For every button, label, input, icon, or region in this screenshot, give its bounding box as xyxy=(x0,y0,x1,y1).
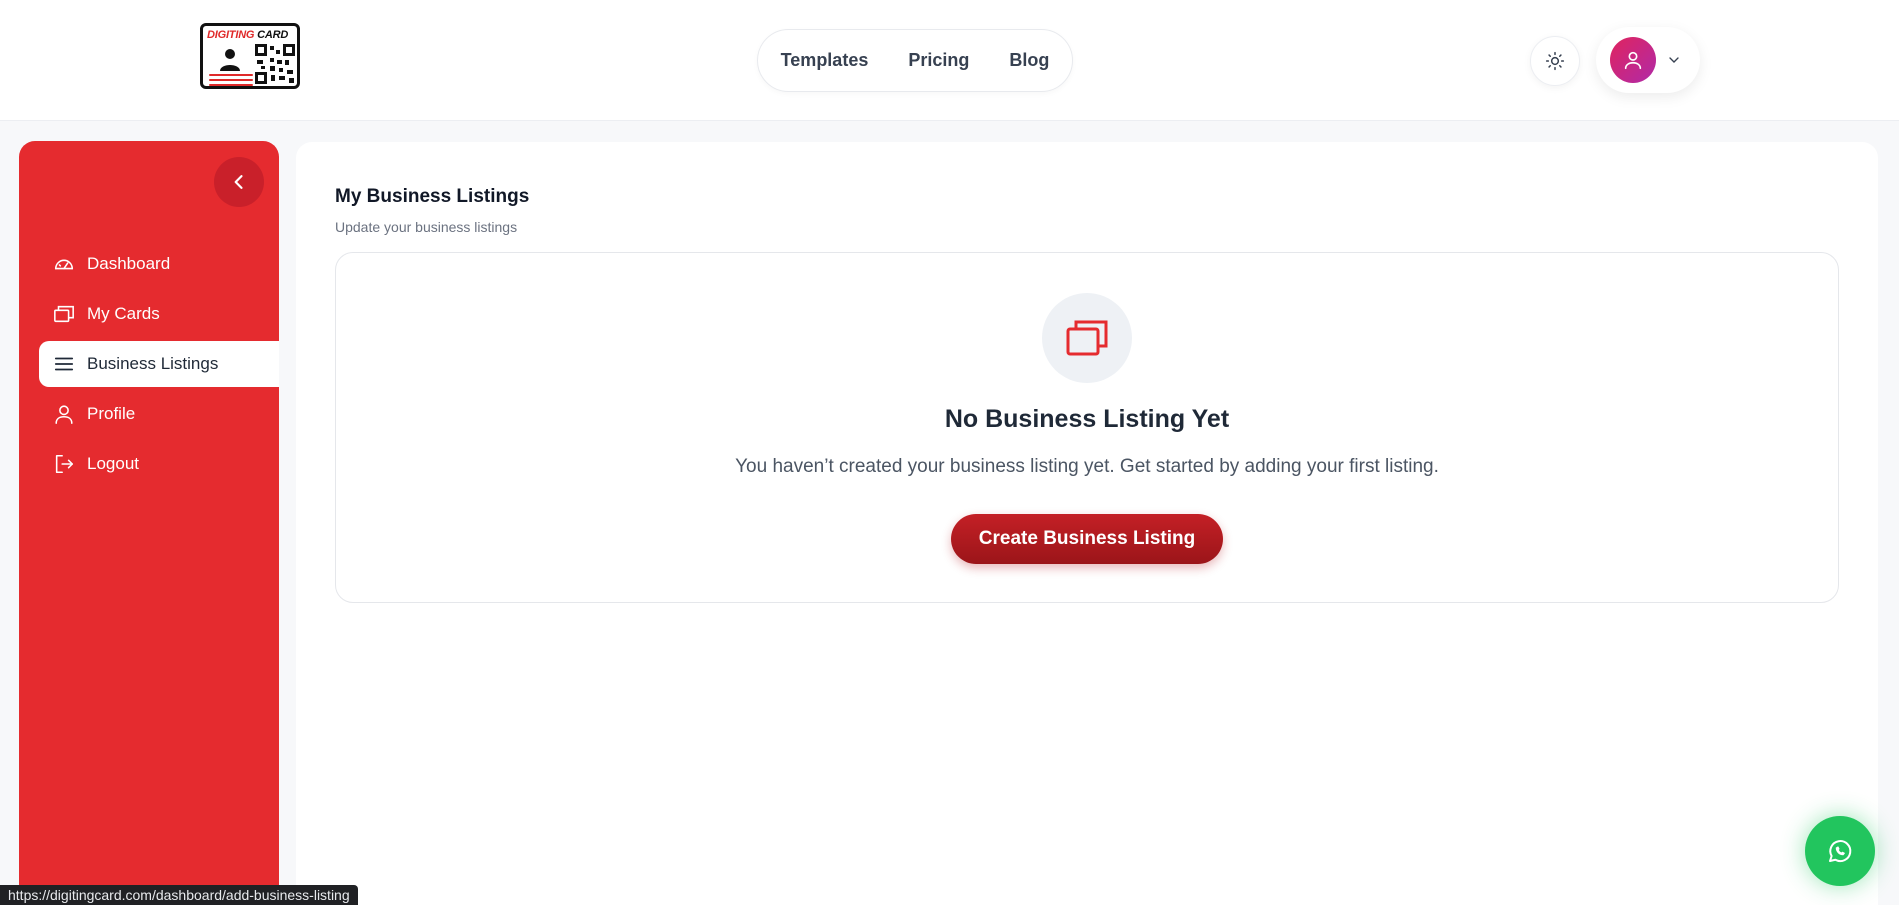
main-content: My Business Listings Update your busines… xyxy=(296,142,1878,905)
empty-state-icon-circle xyxy=(1042,293,1132,383)
menu-lines-icon xyxy=(53,353,75,375)
logo-text: DIGITING CARD xyxy=(207,29,289,41)
cards-icon xyxy=(53,303,75,325)
qr-code-icon xyxy=(255,44,295,84)
nav-pricing[interactable]: Pricing xyxy=(908,50,969,71)
sidebar-item-profile[interactable]: Profile xyxy=(39,391,279,437)
sidebar-item-label: My Cards xyxy=(87,304,160,323)
user-icon xyxy=(53,403,75,425)
user-icon xyxy=(1624,51,1642,70)
sidebar-menu: Dashboard My Cards Business Listings Pro… xyxy=(39,241,279,491)
empty-state-card: No Business Listing Yet You haven’t crea… xyxy=(335,252,1839,603)
sun-icon xyxy=(1545,51,1565,71)
whatsapp-button[interactable] xyxy=(1805,816,1875,886)
chevron-left-icon xyxy=(234,175,243,189)
sidebar-collapse-button[interactable] xyxy=(214,157,264,207)
sidebar: Dashboard My Cards Business Listings Pro… xyxy=(19,141,279,905)
avatar xyxy=(1610,37,1656,83)
logo-lines xyxy=(209,74,253,86)
whatsapp-icon xyxy=(1829,840,1852,863)
status-bar-url: https://digitingcard.com/dashboard/add-b… xyxy=(0,885,358,905)
empty-state-title: No Business Listing Yet xyxy=(944,405,1230,433)
sidebar-item-my-cards[interactable]: My Cards xyxy=(39,291,279,337)
main-nav: Templates Pricing Blog xyxy=(757,29,1073,92)
logo-person-icon xyxy=(220,49,240,71)
gauge-icon xyxy=(53,253,75,275)
empty-state-description: You haven’t created your business listin… xyxy=(735,456,1439,477)
logo[interactable]: DIGITING CARD xyxy=(200,23,300,89)
cards-icon xyxy=(1066,320,1108,356)
nav-templates[interactable]: Templates xyxy=(781,50,869,71)
create-business-listing-button[interactable]: Create Business Listing xyxy=(951,514,1223,564)
nav-blog[interactable]: Blog xyxy=(1009,50,1049,71)
theme-toggle-button[interactable] xyxy=(1530,36,1580,86)
logout-icon xyxy=(53,453,75,475)
sidebar-item-business-listings[interactable]: Business Listings xyxy=(39,341,279,387)
sidebar-item-dashboard[interactable]: Dashboard xyxy=(39,241,279,287)
user-menu-button[interactable] xyxy=(1596,27,1700,93)
page-title: My Business Listings xyxy=(335,186,530,207)
sidebar-item-label: Dashboard xyxy=(87,254,171,273)
sidebar-item-label: Business Listings xyxy=(87,354,219,373)
sidebar-item-label: Profile xyxy=(87,404,136,423)
sidebar-item-logout[interactable]: Logout xyxy=(39,441,279,487)
page-subtitle: Update your business listings xyxy=(335,219,518,235)
chevron-down-icon xyxy=(1669,57,1679,63)
sidebar-item-label: Logout xyxy=(87,454,139,473)
top-header: DIGITING CARD Templates Pricing Blog xyxy=(0,0,1899,121)
